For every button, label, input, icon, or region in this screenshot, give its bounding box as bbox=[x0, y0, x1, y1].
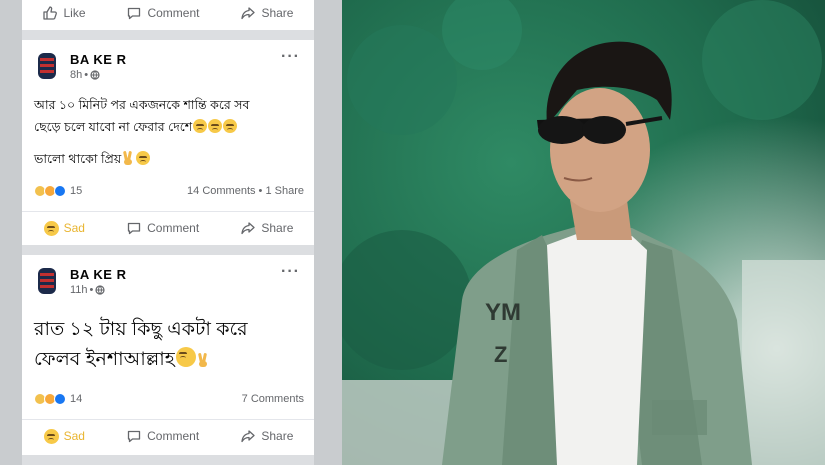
post-line: ভালো থাকো প্রিয় bbox=[34, 148, 309, 170]
comments-shares-count[interactable]: 14 Comments • 1 Share bbox=[187, 185, 304, 197]
comment-button[interactable]: Comment bbox=[126, 428, 199, 444]
post-line: আর ১০ মিনিট পর একজনকে শান্তি করে সব bbox=[34, 98, 250, 112]
victory-hand-icon bbox=[198, 347, 212, 367]
sad-face-icon bbox=[43, 428, 59, 444]
crying-emoji-icon bbox=[223, 119, 238, 133]
post-text: রাত ১২ টায় কিছু একটা করে ফেলব ইনশাআল্লা… bbox=[34, 315, 309, 375]
post-header: BA KE R 8h • ··· bbox=[34, 48, 304, 84]
reactions-summary[interactable]: 14 bbox=[34, 393, 82, 405]
post-card: BA KE R 8h • ··· আর ১০ মিনিট পর একজনকে শ… bbox=[22, 40, 314, 245]
post-time[interactable]: 11h bbox=[70, 284, 88, 296]
sad-label: Sad bbox=[63, 429, 85, 443]
post-card: BA KE R 11h • ··· রাত ১২ টায় কিছু একটা … bbox=[22, 255, 314, 455]
post-meta: 8h • bbox=[70, 69, 100, 81]
share-label: Share bbox=[261, 221, 294, 235]
comment-label: Comment bbox=[147, 429, 200, 443]
dot-separator: • bbox=[84, 69, 89, 81]
more-options-button[interactable]: ··· bbox=[281, 48, 300, 66]
share-button[interactable]: Share bbox=[240, 220, 293, 236]
thumbs-up-icon bbox=[43, 6, 58, 20]
post-header: BA KE R 11h • ··· bbox=[34, 263, 304, 299]
reactions-summary[interactable]: 15 bbox=[34, 185, 82, 197]
sad-reaction-button[interactable]: Sad bbox=[43, 220, 85, 236]
post-text: আর ১০ মিনিট পর একজনকে শান্তি করে সব ছেড়… bbox=[34, 94, 309, 170]
post-meta: 11h • bbox=[70, 284, 106, 296]
comments-count[interactable]: 7 Comments bbox=[242, 393, 304, 405]
sad-emoji-icon bbox=[193, 119, 208, 133]
comment-icon bbox=[127, 430, 141, 443]
reactions-count: 15 bbox=[70, 185, 83, 197]
share-button[interactable]: Share bbox=[240, 5, 293, 21]
portrait-illustration: YM Z bbox=[342, 0, 825, 465]
share-icon bbox=[241, 430, 255, 443]
like-button[interactable]: Like bbox=[42, 5, 86, 21]
globe-icon bbox=[95, 285, 106, 295]
post-line: রাত ১২ টায় কিছু একটা করে bbox=[34, 319, 248, 340]
post-actions: Sad Comment Share bbox=[22, 211, 314, 244]
comment-button[interactable]: Comment bbox=[126, 5, 199, 21]
sad-reaction-button[interactable]: Sad bbox=[43, 428, 85, 444]
post-actions: Like Comment Share bbox=[22, 0, 314, 26]
post-actions: Sad Comment Share bbox=[22, 419, 314, 452]
comment-button[interactable]: Comment bbox=[126, 220, 199, 236]
post-author[interactable]: BA KE R bbox=[70, 267, 126, 282]
like-reaction-icon bbox=[54, 393, 66, 405]
facebook-feed-screenshot: Like Comment Share BA KE R 8h • ··· আর ১… bbox=[0, 0, 342, 465]
post-line: ছেড়ে চলে যাবো না ফেরার দেশে bbox=[34, 116, 309, 138]
reactions-count: 14 bbox=[70, 393, 83, 405]
laughing-emoji-icon bbox=[175, 347, 196, 367]
victory-hand-icon bbox=[123, 151, 133, 165]
profile-photo: YM Z bbox=[342, 0, 825, 465]
previous-post-card: Like Comment Share bbox=[22, 0, 314, 30]
shirt-text-ym: YM bbox=[485, 299, 521, 326]
like-reaction-icon bbox=[54, 185, 66, 197]
comment-label: Comment bbox=[147, 6, 200, 20]
avatar[interactable] bbox=[34, 265, 60, 297]
sad-face-icon bbox=[43, 220, 59, 236]
globe-icon bbox=[90, 70, 100, 80]
post-line: ফেলব ইনশাআল্লাহ bbox=[34, 345, 309, 375]
post-stats: 14 7 Comments bbox=[34, 391, 304, 409]
sad-label: Sad bbox=[63, 221, 85, 235]
comment-label: Comment bbox=[147, 221, 200, 235]
share-icon bbox=[241, 7, 256, 20]
post-stats: 15 14 Comments • 1 Share bbox=[34, 183, 304, 201]
dot-separator: • bbox=[89, 284, 94, 296]
post-time[interactable]: 8h bbox=[70, 69, 82, 81]
avatar[interactable] bbox=[34, 50, 60, 82]
comment-icon bbox=[127, 222, 141, 235]
share-label: Share bbox=[261, 429, 294, 443]
smile-emoji-icon bbox=[136, 151, 151, 165]
share-button[interactable]: Share bbox=[240, 428, 293, 444]
post-author[interactable]: BA KE R bbox=[70, 52, 126, 67]
comment-icon bbox=[128, 7, 141, 20]
like-label: Like bbox=[63, 6, 86, 20]
news-feed: Like Comment Share BA KE R 8h • ··· আর ১… bbox=[22, 0, 314, 465]
shirt-text-z: Z bbox=[494, 342, 507, 367]
share-icon bbox=[241, 222, 255, 235]
share-label: Share bbox=[261, 6, 294, 20]
more-options-button[interactable]: ··· bbox=[281, 263, 300, 281]
sad-emoji-icon bbox=[208, 119, 223, 133]
